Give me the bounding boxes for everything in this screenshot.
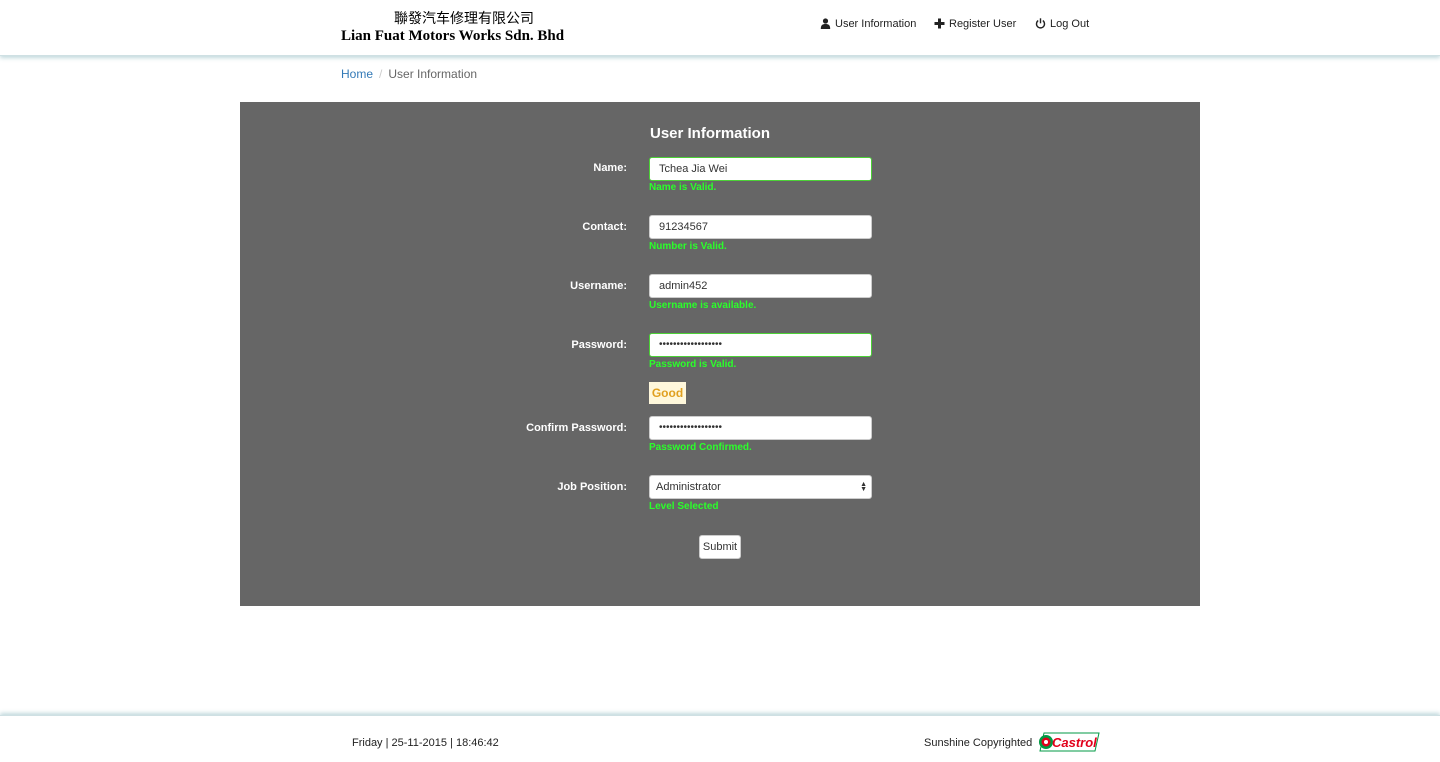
footer-bar: Friday | 25-11-2015 | 18:46:42 Sunshine … (0, 715, 1440, 762)
confirm-password-validation-message: Password Confirmed. (649, 442, 752, 453)
nav-log-out-label: Log Out (1050, 18, 1090, 30)
name-label: Name: (593, 162, 627, 174)
breadcrumb-separator: / (379, 67, 383, 81)
brand-chinese-name: 聯發汽车修理有限公司 (394, 12, 534, 27)
confirm-password-input[interactable]: •••••••••••••••••• (649, 416, 872, 440)
contact-validation-message: Number is Valid. (649, 241, 727, 252)
username-validation-message: Username is available. (649, 300, 757, 311)
header-bar: 聯發汽车修理有限公司 Lian Fuat Motors Works Sdn. B… (0, 0, 1440, 56)
nav-user-information[interactable]: User Information (820, 17, 916, 31)
user-information-form: User Information Name: Tchea Jia Wei Nam… (240, 102, 1200, 606)
name-validation-message: Name is Valid. (649, 182, 717, 193)
select-arrows-icon: ▲ ▼ (860, 481, 867, 493)
username-input[interactable]: admin452 (649, 274, 872, 298)
footer-datetime: Friday | 25-11-2015 | 18:46:42 (352, 737, 499, 749)
name-input[interactable]: Tchea Jia Wei (649, 157, 872, 181)
username-label: Username: (570, 280, 627, 292)
job-position-label: Job Position: (557, 481, 627, 493)
job-position-selected-value: Administrator (656, 481, 721, 493)
confirm-password-label: Confirm Password: (526, 422, 627, 434)
brand-logo[interactable]: 聯發汽车修理有限公司 Lian Fuat Motors Works Sdn. B… (341, 11, 601, 44)
nav-log-out[interactable]: Log Out (1035, 17, 1089, 31)
castrol-logo: Castrol (1039, 732, 1100, 752)
nav-register-user[interactable]: Register User (934, 17, 1016, 31)
contact-input[interactable]: 91234567 (649, 215, 872, 239)
breadcrumb-current: User Information (388, 67, 478, 81)
submit-button[interactable]: Submit (699, 535, 741, 559)
password-validation-message: Password is Valid. (649, 359, 737, 370)
power-icon (1035, 18, 1046, 29)
brand-english-name: Lian Fuat Motors Works Sdn. Bhd (341, 28, 565, 44)
contact-label: Contact: (582, 221, 627, 233)
nav-user-information-label: User Information (835, 18, 917, 30)
password-input[interactable]: •••••••••••••••••• (649, 333, 872, 357)
job-position-select[interactable]: Administrator ▲ ▼ (649, 475, 872, 499)
job-position-validation-message: Level Selected (649, 501, 719, 512)
breadcrumb-home-link[interactable]: Home (341, 67, 373, 81)
password-label: Password: (571, 339, 627, 351)
form-title: User Information (649, 125, 770, 142)
user-icon (820, 18, 831, 29)
nav-register-user-label: Register User (949, 18, 1017, 30)
plus-icon (934, 18, 945, 29)
breadcrumb: Home / User Information (341, 67, 477, 81)
svg-text:Castrol: Castrol (1052, 735, 1097, 750)
password-strength-badge: Good (649, 382, 686, 404)
footer-copyright: Sunshine Copyrighted (924, 737, 1033, 749)
